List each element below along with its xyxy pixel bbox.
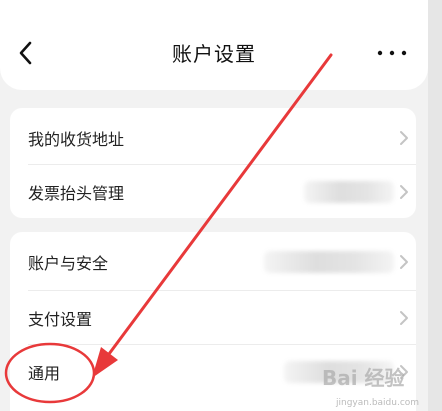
row-label: 账户与安全: [28, 254, 109, 273]
top-navigation-bar: 账户设置: [0, 0, 428, 90]
settings-row-account-security[interactable]: 账户与安全: [10, 234, 416, 290]
chevron-right-icon: [400, 131, 408, 145]
more-dots-icon[interactable]: [374, 44, 410, 62]
address-invoice-card: 我的收货地址 发票抬头管理: [10, 108, 416, 218]
chevron-right-icon: [400, 311, 408, 325]
blurred-value: [264, 251, 394, 273]
chevron-right-icon: [400, 185, 408, 199]
row-label: 我的收货地址: [28, 130, 125, 149]
row-label: 通用: [28, 364, 61, 383]
settings-row-payment[interactable]: 支付设置: [10, 290, 416, 346]
phone-screen: 账户设置 我的收货地址 发票抬头管理 账户与安全 支付设置 通用: [0, 0, 428, 411]
row-label: 发票抬头管理: [28, 184, 125, 203]
chevron-right-icon: [400, 255, 408, 269]
baidu-jingyan-watermark: Bai 经验: [322, 366, 405, 390]
settings-row-shipping-address[interactable]: 我的收货地址: [10, 110, 416, 166]
blurred-value: [304, 181, 394, 203]
row-label: 支付设置: [28, 310, 93, 329]
page-title: 账户设置: [172, 42, 256, 66]
side-margin: [428, 0, 442, 411]
watermark-url: jingyan.baidu.com: [336, 398, 420, 408]
settings-row-invoice-title[interactable]: 发票抬头管理: [10, 164, 416, 220]
